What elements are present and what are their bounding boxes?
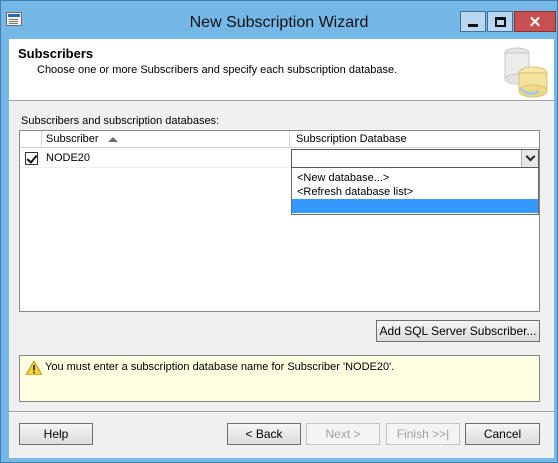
database-graphic-icon — [504, 47, 548, 98]
title-bar[interactable]: New Subscription Wizard ✕ — [1, 1, 557, 38]
wizard-header: Subscribers Choose one or more Subscribe… — [9, 39, 554, 101]
minimize-button[interactable] — [460, 11, 486, 32]
dropdown-option-refresh-list[interactable]: <Refresh database list> — [292, 185, 538, 199]
column-header-subscriber-label: Subscriber — [46, 133, 99, 145]
table-row[interactable]: NODE20 — [20, 149, 539, 168]
column-header-check[interactable] — [20, 131, 42, 148]
grid-header: Subscriber Subscription Database — [20, 131, 539, 148]
validation-message-text: You must enter a subscription database n… — [45, 361, 395, 373]
subscriber-name: NODE20 — [46, 152, 91, 164]
page-description: Choose one or more Subscribers and speci… — [37, 64, 398, 76]
finish-button[interactable]: Finish >>| — [386, 423, 460, 445]
sort-ascending-icon — [108, 137, 118, 142]
column-header-subscriber[interactable]: Subscriber — [42, 131, 290, 148]
page-title: Subscribers — [18, 46, 94, 61]
dropdown-option-selected-blank[interactable] — [292, 199, 538, 213]
chevron-down-icon — [525, 151, 535, 162]
subscription-database-input[interactable] — [294, 151, 519, 166]
close-icon: ✕ — [528, 13, 542, 31]
dropdown-option-new-database[interactable]: <New database...> — [292, 171, 538, 185]
database-dropdown-list[interactable]: <New database...> <Refresh database list… — [291, 168, 539, 215]
validation-message-panel: You must enter a subscription database n… — [19, 355, 540, 402]
subscriber-checkbox[interactable] — [25, 152, 38, 165]
grid-label: Subscribers and subscription databases: — [21, 115, 220, 127]
cancel-button[interactable]: Cancel — [465, 423, 540, 445]
help-button[interactable]: Help — [19, 423, 93, 445]
subscription-database-combo[interactable] — [291, 149, 539, 168]
warning-icon — [26, 361, 42, 375]
back-button[interactable]: < Back — [227, 423, 301, 445]
combo-dropdown-button[interactable] — [521, 150, 538, 167]
close-button[interactable]: ✕ — [514, 11, 556, 32]
wizard-window: New Subscription Wizard ✕ Subscribers Ch… — [0, 0, 558, 463]
footer-separator — [9, 411, 554, 413]
maximize-icon — [494, 16, 506, 27]
maximize-button[interactable] — [487, 11, 513, 32]
minimize-icon — [468, 23, 478, 27]
add-sql-server-subscriber-button[interactable]: Add SQL Server Subscriber... — [376, 320, 540, 342]
column-header-database[interactable]: Subscription Database — [291, 131, 539, 148]
wizard-client-area: Subscribers Choose one or more Subscribe… — [9, 39, 554, 458]
subscribers-grid[interactable]: Subscriber Subscription Database NODE20 … — [19, 130, 540, 312]
next-button[interactable]: Next > — [306, 423, 380, 445]
